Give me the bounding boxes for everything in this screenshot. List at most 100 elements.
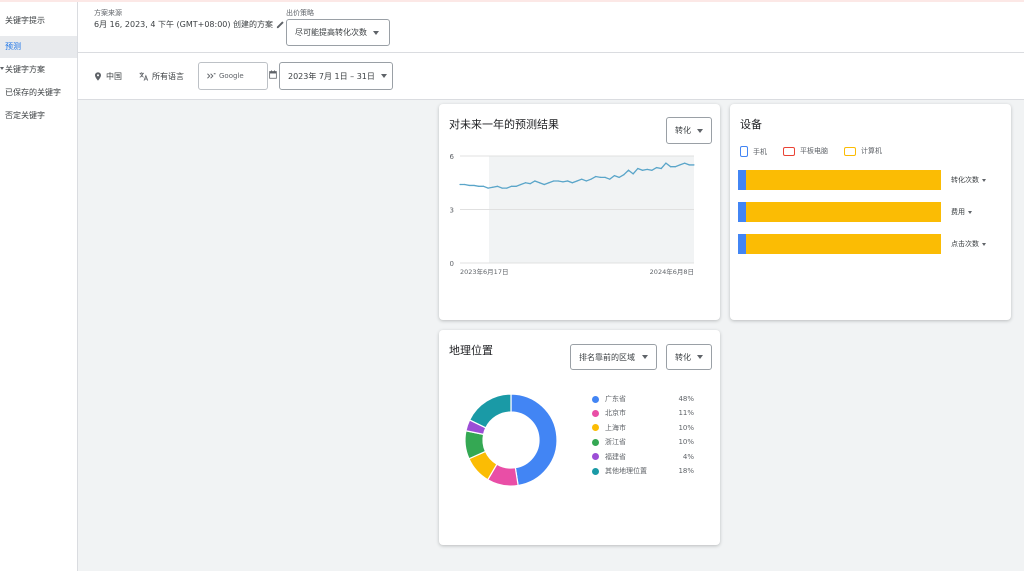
sidebar-item-saved-keywords[interactable]: 已保存的关键字 xyxy=(0,82,77,104)
y-tick-label: 0 xyxy=(450,260,454,268)
plan-header: 方案来源 6月 16, 2023, 4 下午 (GMT+08:00) 创建的方案… xyxy=(78,2,1024,53)
geo-region-share: 18% xyxy=(678,467,694,475)
forecast-data-point xyxy=(562,181,564,183)
forecast-data-point xyxy=(684,162,686,164)
geo-legend-item: 浙江省 10% xyxy=(592,437,694,447)
sidebar: 关键字提示 预测 关键字方案 已保存的关键字 否定关键字 xyxy=(0,2,78,571)
geo-legend-item: 广东省 48% xyxy=(592,394,694,404)
sidebar-item-label: 关键字方案 xyxy=(5,65,45,74)
bar-segment-mobile xyxy=(738,234,747,254)
legend-dot-icon xyxy=(592,467,599,475)
forecast-data-point xyxy=(670,166,672,168)
bid-strategy-dropdown[interactable]: 尽可能提高转化次数 xyxy=(286,19,390,46)
network-icon xyxy=(207,73,216,79)
location-pin-icon xyxy=(95,72,101,81)
device-metric-dropdown[interactable]: 点击次数 xyxy=(951,239,986,249)
language-filter[interactable]: 所有语言 xyxy=(139,71,184,82)
computer-icon xyxy=(844,146,856,156)
legend-dot-icon xyxy=(592,409,599,417)
caret-down-icon xyxy=(373,30,379,35)
forecast-data-point xyxy=(492,186,494,188)
forecast-data-point xyxy=(478,185,480,187)
forecast-line-chart: 0 3 6 2023年6月17日 2024年6月8日 xyxy=(450,153,695,276)
forecast-data-point xyxy=(632,173,634,175)
geo-region-name: 广东省 xyxy=(605,395,626,403)
forecast-data-point xyxy=(660,167,662,170)
x-start-label: 2023年6月17日 xyxy=(460,267,508,276)
donut-slice xyxy=(468,393,512,429)
forecast-data-point xyxy=(548,182,550,184)
forecast-data-point xyxy=(468,184,470,187)
sidebar-item-keyword-ideas[interactable]: 关键字提示 xyxy=(0,10,77,32)
device-metric-dropdown[interactable]: 转化次数 xyxy=(951,175,986,185)
calendar-icon[interactable] xyxy=(269,70,277,79)
geo-legend-item: 北京市 11% xyxy=(592,408,694,418)
phone-icon xyxy=(740,146,748,157)
legend-dot-icon xyxy=(592,424,599,432)
forecast-data-point xyxy=(529,183,531,185)
legend-mobile-label: 手机 xyxy=(753,147,767,156)
device-stacked-bar xyxy=(738,234,941,254)
devices-card-title: 设备 xyxy=(740,118,762,131)
sidebar-item-forecast[interactable]: 预测 xyxy=(0,36,77,58)
legend-mobile: 手机 xyxy=(740,146,767,157)
geo-region-name: 北京市 xyxy=(605,409,626,418)
geo-region-name: 上海市 xyxy=(605,423,626,432)
geo-region-name: 浙江省 xyxy=(605,438,626,447)
forecast-data-point xyxy=(501,187,503,189)
legend-tablet-label: 平板电脑 xyxy=(800,147,828,155)
forecast-data-point xyxy=(496,185,499,187)
filter-bar: 中国 所有语言 Google 2023年 7月 1日 – 31日 xyxy=(78,53,1024,100)
bar-segment-computer xyxy=(746,234,941,254)
forecast-data-point xyxy=(524,182,527,184)
forecast-data-point xyxy=(534,180,536,182)
language-filter-value: 所有语言 xyxy=(152,72,184,81)
caret-down-icon xyxy=(380,74,387,78)
geo-region-share: 10% xyxy=(678,423,694,432)
forecast-card: 对未来一年的预测结果 转化 0 3 6 2023年6月17日 2024年6月8日 xyxy=(439,104,720,320)
edit-pencil-icon[interactable] xyxy=(276,20,285,29)
sidebar-item-label: 关键字提示 xyxy=(5,16,45,25)
forecast-data-point xyxy=(567,180,569,182)
y-tick-label: 6 xyxy=(450,153,455,161)
geo-region-name: 福建省 xyxy=(605,452,626,461)
forecast-data-point xyxy=(585,180,587,182)
forecast-data-point xyxy=(571,182,573,184)
forecast-data-point xyxy=(646,168,648,170)
sidebar-item-label: 预测 xyxy=(5,42,21,51)
forecast-data-point xyxy=(520,183,522,186)
caret-down-icon xyxy=(982,242,986,246)
forecast-data-point xyxy=(543,183,545,186)
bid-strategy-value: 尽可能提高转化次数 xyxy=(295,28,367,37)
sidebar-item-negative-keywords[interactable]: 否定关键字 xyxy=(0,105,77,127)
legend-dot-icon xyxy=(592,453,599,461)
sidebar-item-keyword-plan[interactable]: 关键字方案 xyxy=(0,59,77,81)
network-selector-value: Google xyxy=(219,72,244,80)
network-selector[interactable]: Google xyxy=(198,62,268,90)
forecast-data-point xyxy=(693,164,695,166)
device-stacked-bar xyxy=(738,202,941,222)
forecast-data-point xyxy=(473,184,475,187)
forecast-data-point xyxy=(506,187,508,189)
forecast-data-point xyxy=(459,183,461,186)
forecast-data-point xyxy=(599,176,601,178)
sidebar-item-label: 否定关键字 xyxy=(5,111,45,120)
forecast-data-point xyxy=(641,169,644,171)
geo-legend-item: 上海市 10% xyxy=(592,423,694,433)
forecast-data-point xyxy=(618,176,620,178)
forecast-data-point xyxy=(679,164,681,166)
caret-down-icon xyxy=(982,178,986,182)
forecast-data-point xyxy=(655,166,658,169)
forecast-data-point xyxy=(627,169,630,171)
geo-legend-item: 其他地理位置 18% xyxy=(592,466,694,476)
location-filter-value: 中国 xyxy=(106,72,122,81)
location-filter[interactable]: 中国 xyxy=(94,71,122,82)
geo-card: 地理位置 排名靠前的区域 转化 广东省 48% 北京市 11% 上海市 10% 浙江省 10%… xyxy=(439,330,720,545)
forecast-data-point xyxy=(637,167,639,170)
geo-legend-item: 福建省 4% xyxy=(592,452,694,462)
geo-region-share: 10% xyxy=(678,438,694,447)
device-metric-dropdown[interactable]: 费用 xyxy=(951,207,972,217)
device-metric-label: 费用 xyxy=(951,208,965,216)
plan-created-text: 6月 16, 2023, 4 下午 (GMT+08:00) 创建的方案 xyxy=(94,19,285,30)
date-range-dropdown[interactable]: 2023年 7月 1日 – 31日 xyxy=(279,62,393,90)
